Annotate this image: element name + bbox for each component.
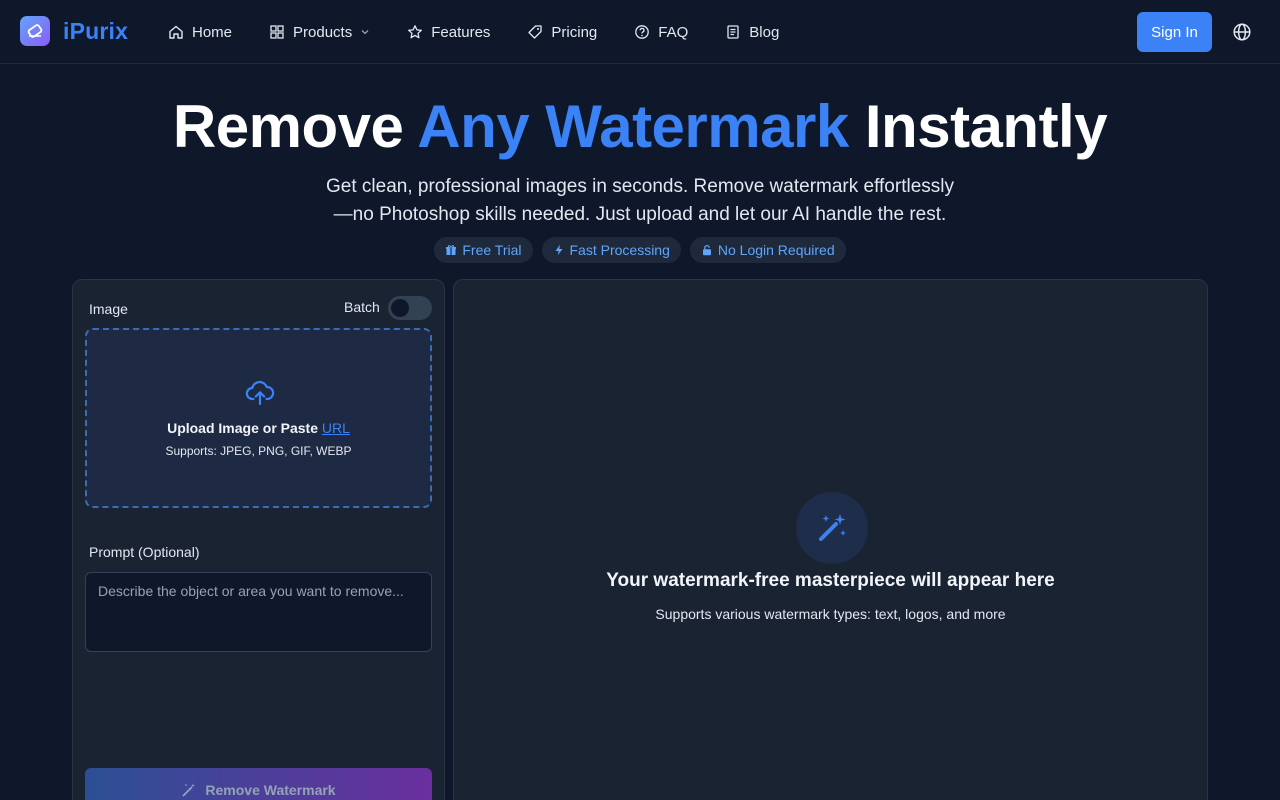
nav-products-label: Products [293,23,353,41]
toggle-knob [391,299,409,317]
globe-icon[interactable] [1232,22,1252,42]
badge-no-login-label: No Login Required [717,242,835,258]
badge-no-login: No Login Required [689,237,846,263]
nav-pricing[interactable]: Pricing [527,24,597,41]
prompt-label: Prompt (Optional) [89,544,200,560]
nav-blog[interactable]: Blog [725,24,779,41]
cloud-upload-icon [245,380,275,406]
result-placeholder-subtitle: Supports various watermark types: text, … [655,606,1006,622]
site-header: iPurix Home Products Features Pricing FA… [0,0,1280,64]
image-label: Image [89,301,128,317]
upload-formats: Supports: JPEG, PNG, GIF, WEBP [165,444,352,458]
tag-icon [528,25,543,39]
home-icon [169,25,183,39]
upload-title-text: Upload Image or Paste [167,420,322,436]
gift-icon [446,245,457,255]
feature-badges: Free Trial Fast Processing No Login Requ… [0,237,1280,263]
hero-subtitle: Get clean, professional images in second… [290,173,990,229]
upload-title: Upload Image or Paste URL [87,420,430,436]
batch-label: Batch [344,299,380,315]
nav-faq-label: FAQ [658,23,689,41]
subtitle-line-2: —no Photoshop skills needed. Just upload… [333,204,947,225]
badge-free-trial: Free Trial [434,237,533,263]
nav-home[interactable]: Home [168,24,232,41]
eraser-logo-icon [20,16,50,46]
badge-fast-processing: Fast Processing [541,237,681,263]
paste-url-link[interactable]: URL [322,420,350,436]
result-placeholder-title: Your watermark-free masterpiece will app… [606,570,1055,591]
badge-free-trial-label: Free Trial [462,242,522,258]
sign-in-button[interactable]: Sign In [1137,12,1212,52]
result-panel: Your watermark-free masterpiece will app… [453,279,1208,800]
chevron-down-icon [361,30,369,35]
badge-fast-processing-label: Fast Processing [569,242,670,258]
question-circle-icon [635,25,650,39]
lock-icon [702,244,711,256]
nav-pricing-label: Pricing [551,23,598,41]
nav-products[interactable]: Products [269,24,370,41]
remove-watermark-button[interactable]: Remove Watermark [85,768,432,800]
subtitle-line-1: Get clean, professional images in second… [326,176,954,197]
nav-features-label: Features [431,23,491,41]
nav-features[interactable]: Features [407,24,490,41]
star-icon [408,25,423,39]
bolt-icon [555,244,562,256]
image-upload-dropzone[interactable]: Upload Image or Paste URL Supports: JPEG… [85,328,432,508]
editor-panel: Image Batch Upload Image or Paste URL Su… [72,279,445,800]
batch-toggle[interactable] [388,296,432,320]
nav-blog-label: Blog [749,23,780,41]
grid-icon [270,25,284,39]
result-icon-circle [796,492,868,564]
page-title: Remove Any Watermark Instantly [0,92,1280,161]
magic-wand-sparkles-icon [819,514,846,541]
nav-faq[interactable]: FAQ [634,24,688,41]
document-icon [727,25,739,39]
nav-home-label: Home [192,23,233,41]
title-part-1: Remove [172,93,418,160]
remove-watermark-label: Remove Watermark [205,782,336,798]
prompt-input[interactable] [85,572,432,652]
logo[interactable]: iPurix [20,16,128,46]
title-accent: Any Watermark [417,93,849,160]
magic-wand-icon [182,783,196,797]
brand-name: iPurix [63,17,129,44]
main-nav: Home Products Features Pricing FAQ Blog [168,0,816,64]
title-part-2: Instantly [848,93,1108,160]
